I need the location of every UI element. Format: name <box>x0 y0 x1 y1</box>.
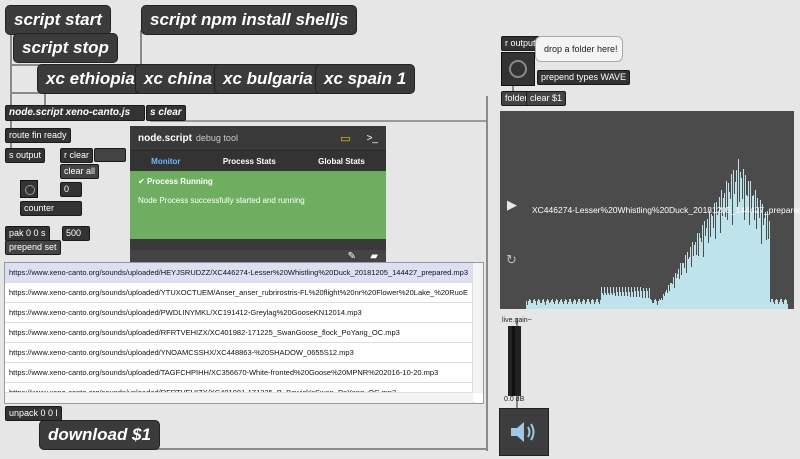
prepend-types-object[interactable]: prepend types WAVE <box>537 70 631 85</box>
check-circle-icon: ✔ <box>138 177 145 186</box>
counter-object[interactable]: counter <box>20 201 82 216</box>
script-start-message[interactable]: script start <box>5 5 111 35</box>
route-object[interactable]: route fin ready <box>5 128 71 143</box>
xc-spain-message[interactable]: xc spain 1 <box>315 64 416 94</box>
status-banner: ✔ Process Running Node Process successfu… <box>130 171 386 239</box>
list-item[interactable]: https://www.xeno-canto.org/sounds/upload… <box>5 283 475 303</box>
unpack-object[interactable]: unpack 0 0 l <box>5 406 62 421</box>
tab-global-stats[interactable]: Global Stats <box>318 157 365 166</box>
blank-message[interactable] <box>94 148 126 162</box>
ezdac-button[interactable] <box>499 408 549 456</box>
drop-circle-icon <box>509 60 527 78</box>
s-output-object[interactable]: s output <box>5 148 46 163</box>
waveform-line <box>787 304 788 309</box>
s-clear-object[interactable]: s clear <box>146 105 186 121</box>
live-gain-label: live.gain~ <box>502 317 532 324</box>
node-script-object[interactable]: node.script xeno-canto.js <box>5 105 145 121</box>
number-box-500[interactable]: 500 <box>62 226 90 241</box>
waveform-line <box>769 221 770 309</box>
waveform-display[interactable]: ▶ ↻ XC446274-Lesser%20Whistling%20Duck_2… <box>500 111 800 309</box>
speaker-icon <box>511 422 535 442</box>
list-item[interactable]: https://www.xeno-canto.org/sounds/upload… <box>5 263 475 283</box>
r-output-object[interactable]: r output <box>501 36 540 51</box>
debug-tool-panel: node.script debug tool ▭ >_ Monitor Proc… <box>130 126 386 266</box>
tab-process-stats[interactable]: Process Stats <box>223 157 276 166</box>
debug-title: node.script <box>138 132 192 144</box>
horizontal-scrollbar[interactable] <box>5 392 473 403</box>
bang-button[interactable] <box>20 180 38 198</box>
list-item[interactable]: https://www.xeno-canto.org/sounds/upload… <box>5 363 475 383</box>
monitor-icon[interactable]: ▭ <box>340 132 350 145</box>
vertical-scrollbar[interactable] <box>472 263 483 393</box>
url-list[interactable]: https://www.xeno-canto.org/sounds/upload… <box>4 262 484 404</box>
gain-value: 0.0 dB <box>504 396 525 403</box>
status-text: Node Process successfully started and ru… <box>138 196 305 205</box>
waveform-filename: XC446274-Lesser%20Whistling%20Duck_20181… <box>532 205 800 215</box>
dropfile-area[interactable] <box>501 52 535 86</box>
clear-all-message[interactable]: clear all <box>60 164 100 179</box>
prepend-set-object[interactable]: prepend set <box>5 240 61 255</box>
gain-slider[interactable] <box>508 326 521 396</box>
debug-subtitle: debug tool <box>195 133 238 143</box>
edit-icon[interactable]: ✎ <box>348 251 356 262</box>
status-title: Process Running <box>146 177 213 186</box>
folder-icon[interactable]: ▰ <box>370 251 378 262</box>
pak-object[interactable]: pak 0 0 s <box>5 226 50 241</box>
play-icon[interactable]: ▶ <box>507 197 517 213</box>
script-npm-install-message[interactable]: script npm install shelljs <box>141 5 358 35</box>
download-message[interactable]: download $1 <box>39 420 160 450</box>
r-clear-object[interactable]: r clear <box>60 148 94 163</box>
list-item[interactable]: https://www.xeno-canto.org/sounds/upload… <box>5 343 475 363</box>
drop-folder-comment: drop a folder here! <box>535 36 623 62</box>
loop-icon[interactable]: ↻ <box>506 252 517 268</box>
tab-monitor[interactable]: Monitor <box>151 157 180 166</box>
bang-circle-icon <box>25 185 35 195</box>
list-item[interactable]: https://www.xeno-canto.org/sounds/upload… <box>5 303 475 323</box>
terminal-icon[interactable]: >_ <box>367 133 378 144</box>
list-item[interactable]: https://www.xeno-canto.org/sounds/upload… <box>5 323 475 343</box>
number-box-zero[interactable]: 0 <box>60 182 82 197</box>
clear-message[interactable]: clear $1 <box>526 91 567 106</box>
script-stop-message[interactable]: script stop <box>13 33 118 63</box>
